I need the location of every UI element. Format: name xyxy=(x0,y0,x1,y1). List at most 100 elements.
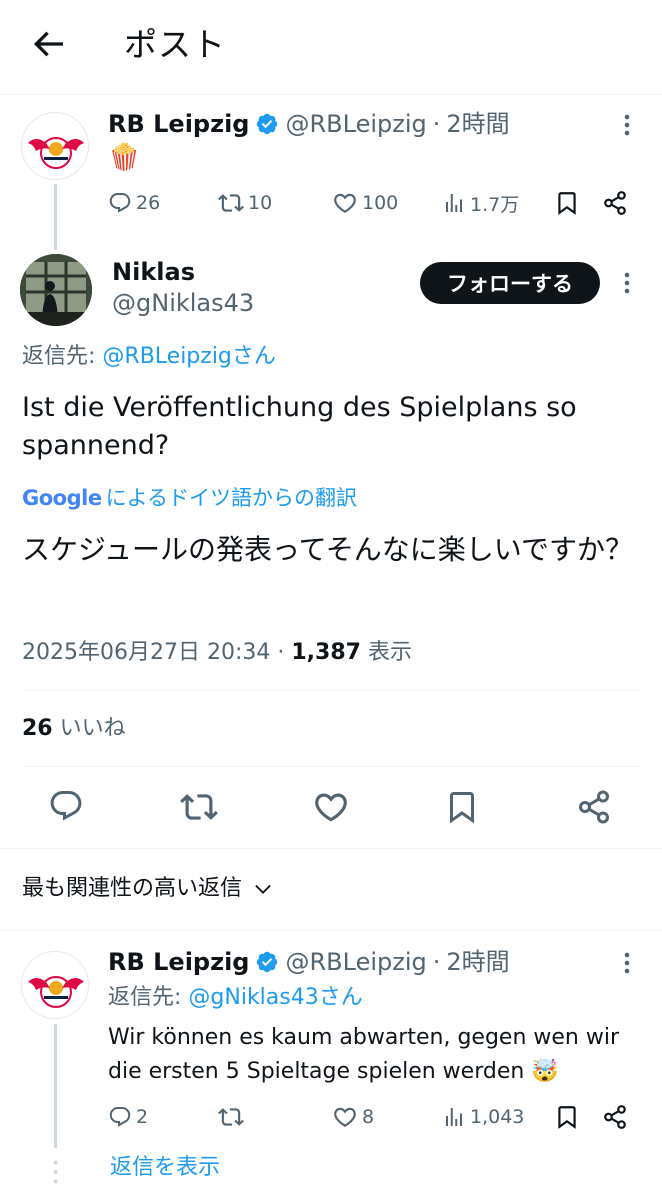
more-dots-icon xyxy=(624,114,630,136)
page-title: ポスト xyxy=(124,25,226,64)
bookmark-icon xyxy=(558,1106,576,1129)
thread-dots-icon xyxy=(53,1160,58,1184)
reply-to-user-link[interactable]: @RBLeipzigさん xyxy=(102,344,276,369)
header-divider xyxy=(0,94,662,95)
author-handle[interactable]: @gNiklas43 xyxy=(112,288,254,318)
translated-text: スケジュールの発表ってそんなに楽しいですか？ xyxy=(22,533,633,566)
heart-icon xyxy=(334,1107,356,1127)
post-time[interactable]: 2時間 xyxy=(446,109,509,139)
reply-icon xyxy=(50,791,82,821)
rb-leipzig-avatar[interactable] xyxy=(21,951,89,1019)
reply-to-user-link[interactable]: @gNiklas43さん xyxy=(188,985,362,1010)
reply-count: 26 xyxy=(136,192,161,214)
thread-dots xyxy=(53,1160,58,1184)
separator: · xyxy=(432,948,441,976)
like-count: 100 xyxy=(362,192,399,214)
post-timestamp[interactable]: 2025年06月27日 20:34 xyxy=(22,640,270,665)
likes-count: 26 xyxy=(22,716,53,741)
reply-sort-selector[interactable]: 最も関連性の高い返信 xyxy=(22,874,274,904)
back-button[interactable] xyxy=(28,24,68,64)
views-count: 1,387 xyxy=(291,640,361,665)
like-button[interactable]: 8 xyxy=(332,1102,374,1132)
reply-post-header: RB Leipzig @RBLeipzig · 2時間 xyxy=(108,947,510,977)
verified-badge-icon xyxy=(257,113,278,135)
reply-button[interactable]: 26 xyxy=(108,188,160,218)
analytics-icon xyxy=(446,1108,462,1126)
repost-count: 10 xyxy=(248,192,273,214)
parent-post-header: RB Leipzig @RBLeipzig · 2時間 xyxy=(108,109,510,139)
share-icon xyxy=(604,191,626,215)
author-name[interactable]: RB Leipzig xyxy=(108,947,249,977)
bookmark-button[interactable] xyxy=(444,789,480,825)
heart-icon xyxy=(315,793,347,822)
share-button[interactable] xyxy=(602,190,628,216)
view-count: 1.7万 xyxy=(470,193,520,216)
reply-icon xyxy=(109,193,131,213)
reply-to-prefix: 返信先: xyxy=(22,344,103,369)
repost-icon xyxy=(218,1108,244,1126)
niklas-avatar[interactable] xyxy=(20,254,92,326)
author-name[interactable]: Niklas xyxy=(112,257,195,287)
view-count: 1,043 xyxy=(470,1106,525,1128)
reply-to-line: 返信先: @RBLeipzigさん xyxy=(22,342,276,372)
bookmark-button[interactable] xyxy=(554,1104,580,1130)
share-icon xyxy=(604,1105,626,1129)
reply-to-prefix: 返信先: xyxy=(108,985,189,1010)
rb-leipzig-avatar[interactable] xyxy=(21,112,89,180)
like-count: 8 xyxy=(362,1106,375,1128)
translation-attribution[interactable]: Google によるドイツ語からの翻訳 xyxy=(22,484,357,512)
translation-label: によるドイツ語からの翻訳 xyxy=(105,486,357,510)
share-button[interactable] xyxy=(602,1104,628,1130)
follow-button[interactable]: フォローする xyxy=(420,262,600,304)
views-label: 表示 xyxy=(367,640,412,665)
more-dots-icon xyxy=(624,952,630,974)
reply-button[interactable] xyxy=(48,788,84,824)
repost-button[interactable] xyxy=(218,1102,244,1132)
post-text: Wir können es kaum abwarten, gegen wen w… xyxy=(108,1025,619,1084)
separator: · xyxy=(432,110,441,138)
like-button[interactable] xyxy=(312,788,350,826)
repost-icon xyxy=(218,194,244,212)
thread-line xyxy=(54,184,57,250)
divider xyxy=(0,848,662,849)
separator: · xyxy=(277,640,285,665)
post-time[interactable]: 2時間 xyxy=(446,947,509,977)
more-options-button[interactable] xyxy=(615,268,639,298)
like-button[interactable]: 100 xyxy=(332,188,398,218)
post-text: 🍿 xyxy=(108,143,141,173)
chevron-down-icon xyxy=(255,884,271,894)
divider xyxy=(0,930,662,931)
likes-label: いいね xyxy=(59,716,126,741)
author-handle[interactable]: @RBLeipzig xyxy=(285,109,426,139)
bookmark-icon xyxy=(558,192,576,215)
author-name[interactable]: RB Leipzig xyxy=(108,109,249,139)
google-logo: Google xyxy=(22,486,102,510)
bookmark-button[interactable] xyxy=(554,190,580,216)
share-button[interactable] xyxy=(576,789,612,825)
views-button[interactable]: 1,043 xyxy=(442,1102,524,1132)
analytics-icon xyxy=(446,194,462,212)
likes-summary[interactable]: 26 いいね xyxy=(22,714,126,744)
more-options-button[interactable] xyxy=(615,110,639,140)
more-options-button[interactable] xyxy=(615,948,639,978)
author-handle[interactable]: @RBLeipzig xyxy=(285,947,426,977)
repost-icon xyxy=(180,794,218,820)
more-dots-icon xyxy=(624,272,630,294)
avatar-photo-icon xyxy=(20,254,92,326)
views-button[interactable]: 1.7万 xyxy=(442,188,519,218)
divider xyxy=(22,690,640,691)
divider xyxy=(22,766,640,767)
show-replies-link[interactable]: 返信を表示 xyxy=(110,1153,220,1183)
rb-leipzig-logo-icon xyxy=(28,976,84,1008)
share-icon xyxy=(579,790,609,824)
repost-button[interactable]: 10 xyxy=(218,188,272,218)
heart-icon xyxy=(334,193,356,213)
reply-to-line: 返信先: @gNiklas43さん xyxy=(108,983,363,1013)
post-meta: 2025年06月27日 20:34 · 1,387 表示 xyxy=(22,638,412,668)
reply-button[interactable]: 2 xyxy=(108,1102,148,1132)
sort-label: 最も関連性の高い返信 xyxy=(22,876,243,901)
bookmark-icon xyxy=(450,792,474,824)
arrow-left-icon xyxy=(33,31,63,57)
reply-icon xyxy=(109,1107,131,1127)
repost-button[interactable] xyxy=(180,788,218,826)
